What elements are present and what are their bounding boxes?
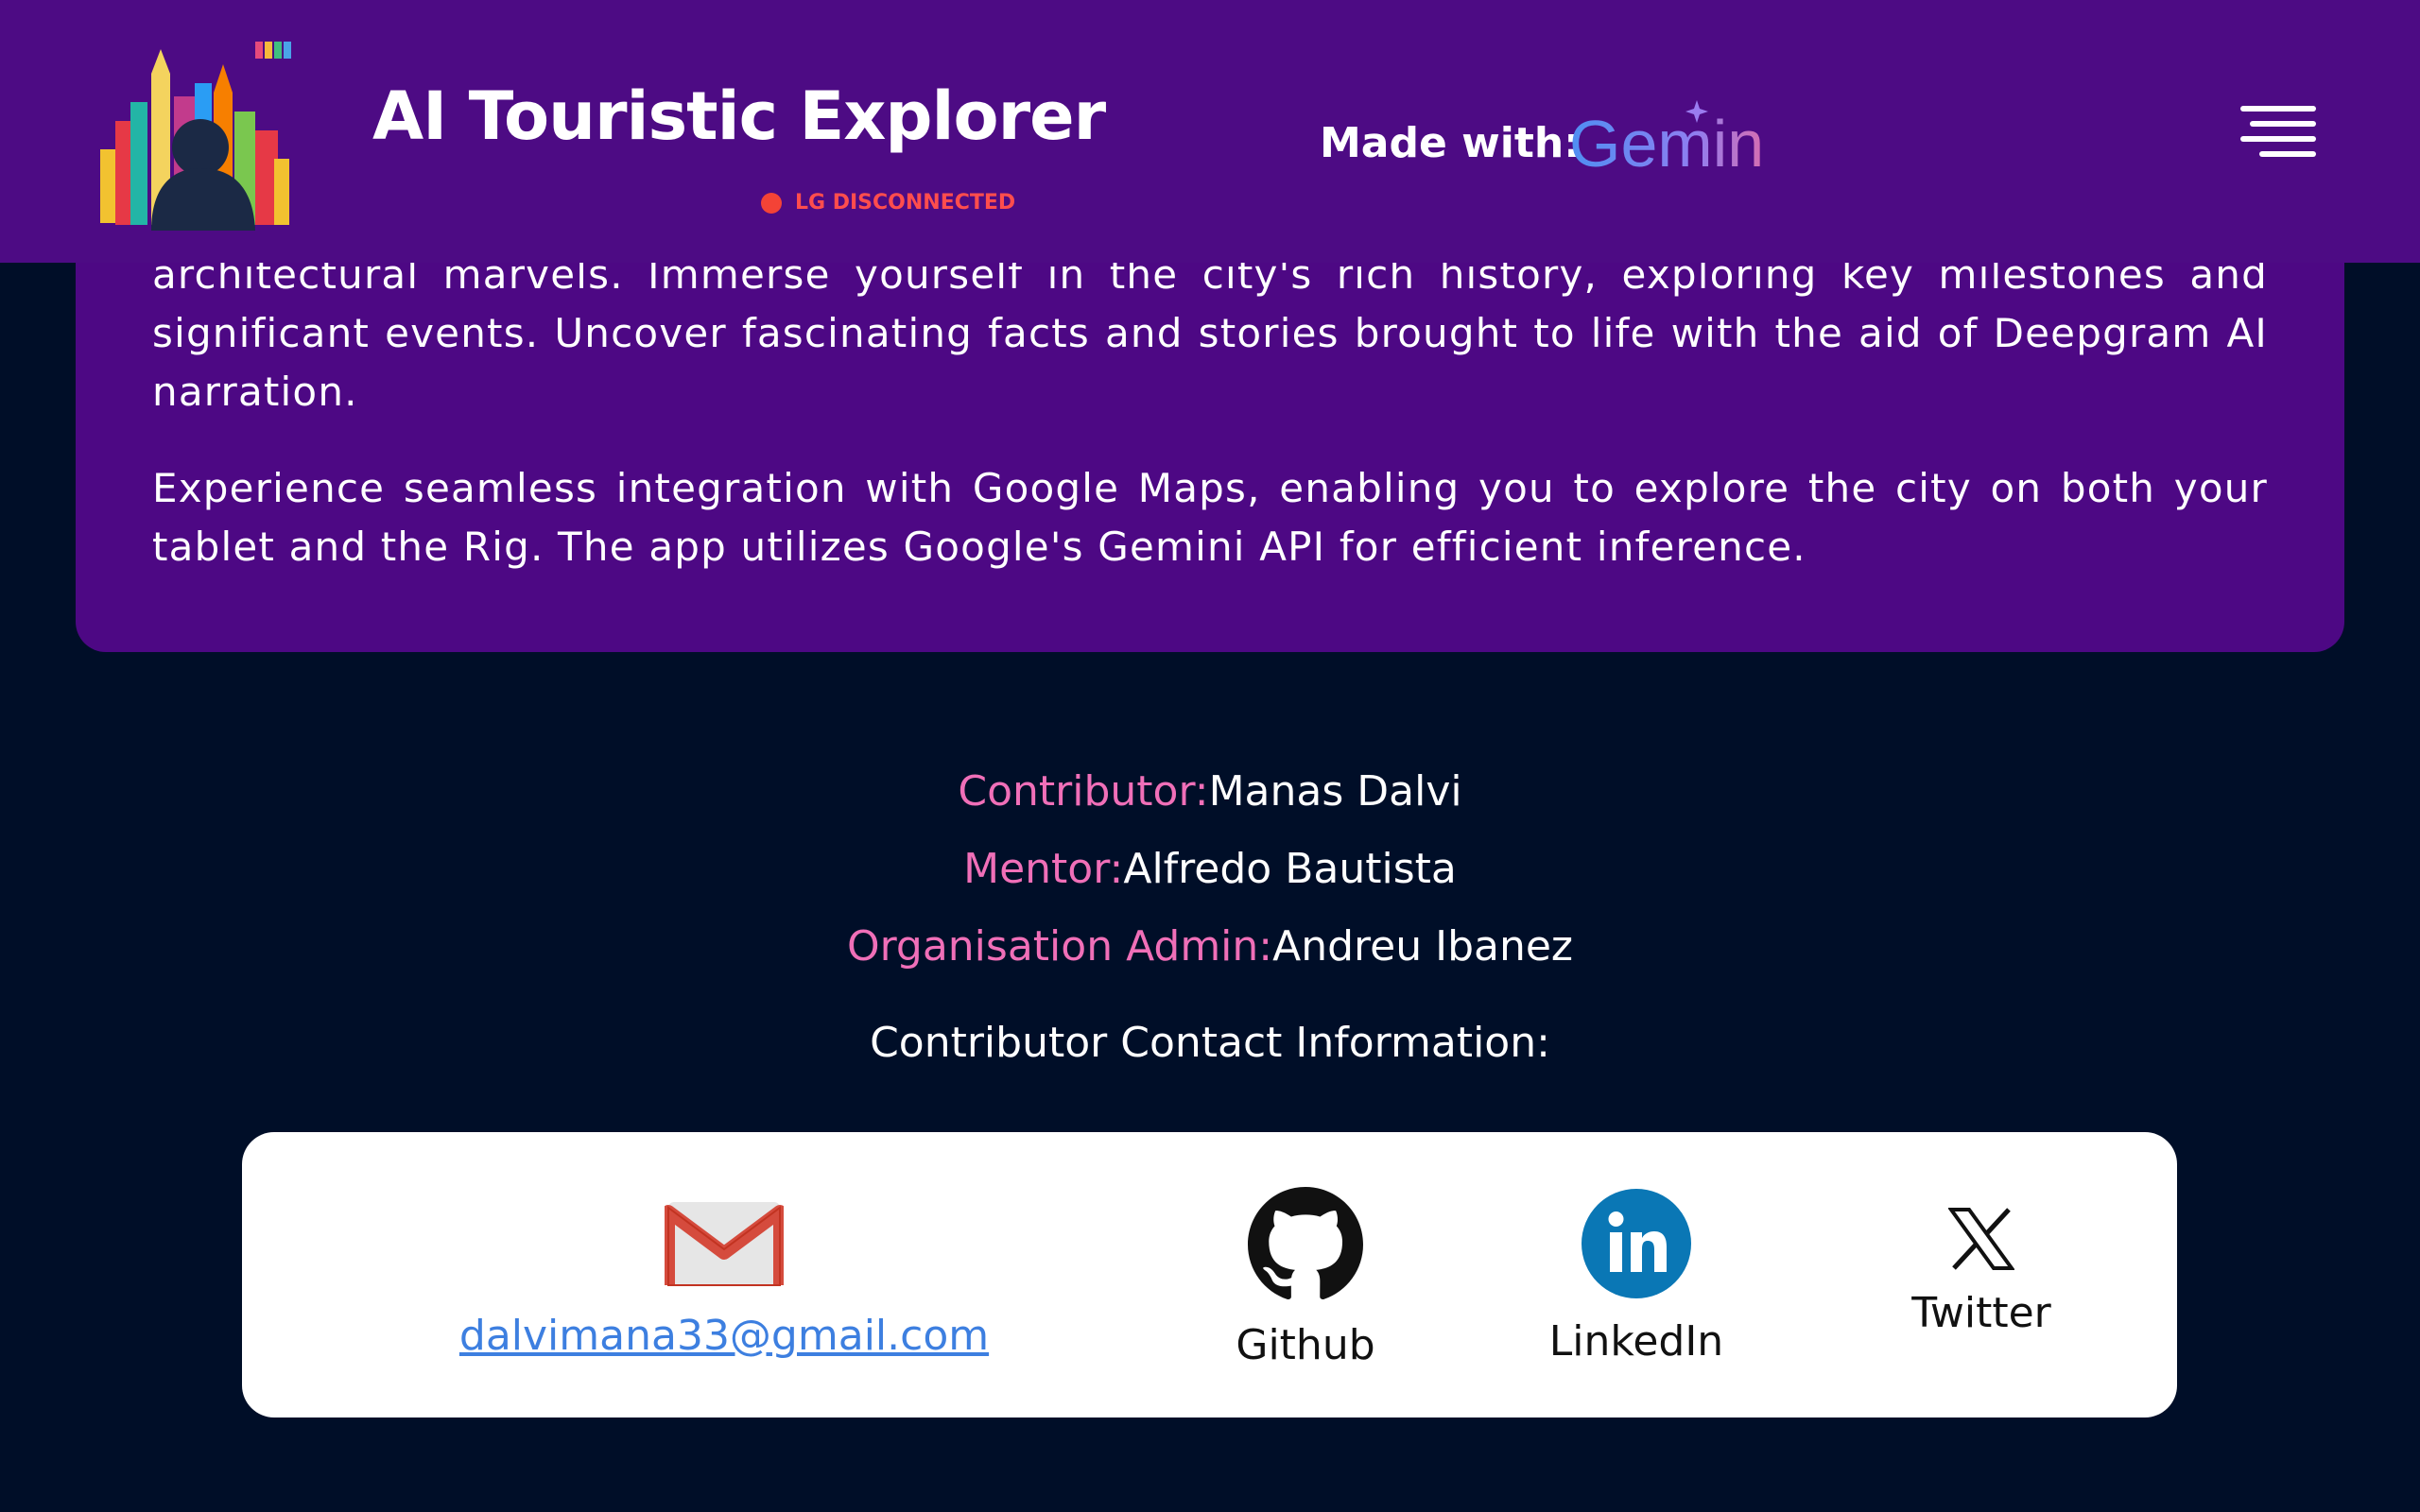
twitter-contact[interactable]: Twitter [1840, 1208, 2123, 1337]
contributor-label: Contributor: [958, 767, 1209, 816]
status-dot-icon [761, 192, 782, 214]
email-link[interactable]: dalvimana33@gmail.com [455, 1312, 994, 1360]
admin-label: Organisation Admin: [846, 922, 1273, 971]
contact-card: dalvimana33@gmail.com Github LinkedIn Tw… [242, 1132, 2177, 1418]
mentor-name: Alfredo Bautista [1123, 845, 1457, 893]
github-icon [1248, 1187, 1363, 1299]
github-contact[interactable]: Github [1178, 1187, 1433, 1369]
mentor-line: Mentor:Alfredo Bautista [0, 845, 2420, 893]
menu-button[interactable] [2240, 98, 2320, 164]
github-label: Github [1236, 1321, 1375, 1369]
svg-text:Gemini: Gemini [1569, 107, 1768, 180]
contributor-line: Contributor:Manas Dalvi [0, 767, 2420, 816]
about-paragraph-2: Experience seamless integration with Goo… [152, 465, 2268, 570]
admin-line: Organisation Admin:Andreu Ibanez [0, 922, 2420, 971]
lg-status-text: LG DISCONNECTED [795, 191, 1016, 215]
lg-connection-status: LG DISCONNECTED [761, 191, 1015, 215]
app-logo [100, 42, 291, 231]
linkedin-icon [1582, 1189, 1691, 1298]
gemini-logo: Gemini [1569, 100, 1768, 180]
mentor-label: Mentor: [963, 845, 1124, 893]
about-paragraph-1: architectural marvels. Immerse yourself … [152, 251, 2268, 415]
gmail-contact[interactable]: dalvimana33@gmail.com [455, 1198, 994, 1360]
contact-heading: Contributor Contact Information: [870, 1019, 1550, 1067]
gmail-icon [665, 1202, 784, 1286]
x-twitter-icon [1948, 1208, 2014, 1270]
app-title: AI Touristic Explorer [372, 77, 1106, 155]
linkedin-label: LinkedIn [1548, 1317, 1724, 1366]
contributor-name: Manas Dalvi [1208, 767, 1462, 816]
linkedin-contact[interactable]: LinkedIn [1495, 1189, 1778, 1366]
admin-name: Andreu Ibanez [1272, 922, 1574, 971]
made-with-label: Made with: [1320, 119, 1581, 167]
app-header: AI Touristic Explorer LG DISCONNECTED Ma… [0, 0, 2420, 263]
twitter-label: Twitter [1911, 1289, 2051, 1337]
